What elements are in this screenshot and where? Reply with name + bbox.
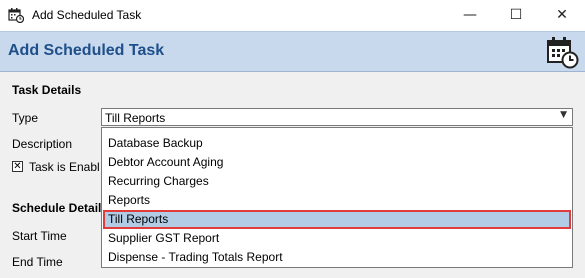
- dropdown-option[interactable]: Database Backup: [103, 134, 571, 153]
- task-enabled-label[interactable]: Task is Enabl: [29, 160, 100, 174]
- calendar-clock-icon: [8, 8, 24, 23]
- window-title: Add Scheduled Task: [32, 8, 142, 22]
- maximize-button[interactable]: ☐: [493, 0, 539, 31]
- dropdown-option[interactable]: Reports: [103, 191, 571, 210]
- title-bar: Add Scheduled Task — ☐ ✕: [0, 0, 585, 31]
- type-select-value: Till Reports: [105, 111, 166, 125]
- close-button[interactable]: ✕: [539, 0, 585, 31]
- calendar-clock-icon: [547, 37, 579, 69]
- end-time-label: End Time: [12, 255, 63, 269]
- type-label: Type: [12, 111, 39, 125]
- description-label: Description: [12, 137, 73, 151]
- dropdown-option[interactable]: Dispense - Trading Totals Report: [103, 248, 571, 267]
- task-details-heading: Task Details: [12, 83, 82, 97]
- task-enabled-checkbox[interactable]: ✕: [12, 161, 23, 172]
- dropdown-arrow-icon[interactable]: ▼: [560, 110, 567, 120]
- dropdown-option[interactable]: Debtor Account Aging: [103, 153, 571, 172]
- type-dropdown-list: Database Backup Debtor Account Aging Rec…: [101, 127, 573, 268]
- dropdown-option[interactable]: Supplier GST Report: [103, 229, 571, 248]
- schedule-details-heading: Schedule Details: [12, 201, 109, 215]
- dropdown-option-selected[interactable]: Till Reports: [103, 210, 571, 229]
- dropdown-option[interactable]: Recurring Charges: [103, 172, 571, 191]
- minimize-button[interactable]: —: [447, 0, 493, 31]
- type-select[interactable]: Till Reports ▼: [101, 108, 573, 126]
- dialog-title: Add Scheduled Task: [8, 42, 165, 59]
- start-time-label: Start Time: [12, 229, 67, 243]
- dialog-header: Add Scheduled Task: [0, 31, 585, 72]
